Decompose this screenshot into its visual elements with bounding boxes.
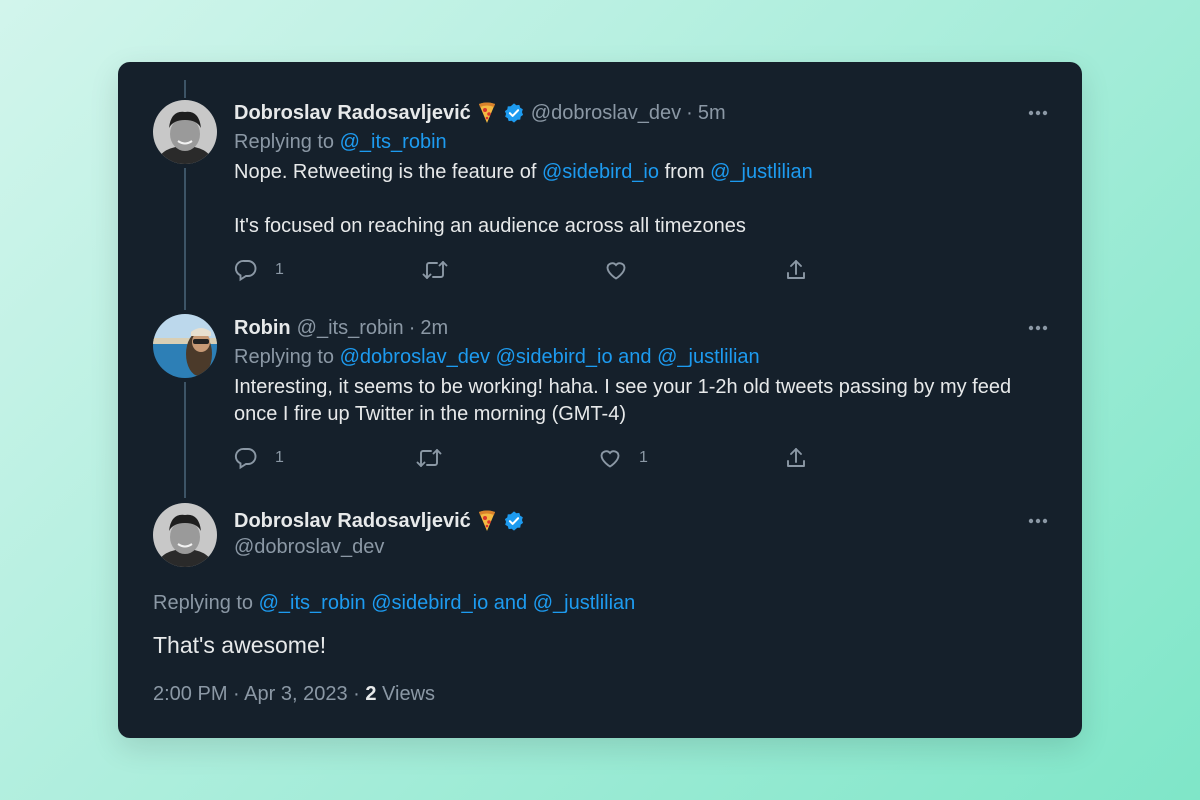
like-button[interactable]: 1 — [598, 446, 648, 470]
author-handle[interactable]: @dobroslav_dev — [234, 536, 384, 559]
reply-button[interactable]: 1 — [234, 446, 284, 470]
timestamp[interactable]: 2:00 PM · Apr 3, 2023 · — [153, 683, 360, 705]
share-icon — [787, 448, 805, 467]
tweet-text-line-1: Interesting, it seems to be working! hah… — [234, 376, 1012, 398]
tweet-text-line-2: once I fire up Twitter in the morning (G… — [234, 403, 627, 425]
main-tweet-header: Dobroslav Radosavljević — [234, 508, 525, 534]
like-icon — [600, 450, 620, 468]
replying-to: Replying to @_its_robin @sidebird_io and… — [153, 592, 635, 615]
pizza-emoji-icon — [477, 510, 497, 532]
tweet-2[interactable]: Robin @_its_robin · 2m Replying to @dobr… — [118, 62, 1082, 492]
retweet-icon — [416, 449, 442, 467]
views-count: 2 — [365, 683, 377, 705]
author-handle[interactable]: @_its_robin — [297, 317, 404, 340]
replying-to: Replying to @dobroslav_dev @sidebird_io … — [234, 346, 760, 369]
replying-to-prefix: Replying to — [234, 346, 335, 368]
share-button[interactable] — [784, 446, 808, 470]
views-label: Views — [382, 683, 436, 705]
like-count: 1 — [639, 449, 648, 466]
author-name[interactable]: Robin — [234, 317, 291, 340]
avatar-robin[interactable] — [153, 314, 217, 378]
mention-link[interactable]: @dobroslav_dev @sidebird_io and @_justli… — [340, 346, 760, 368]
tweet-thread-card: Dobroslav Radosavljević @dobroslav_dev ·… — [118, 62, 1082, 738]
tweet-2-actions: 1 1 — [234, 446, 834, 472]
tweet-2-header: Robin @_its_robin · 2m — [234, 315, 448, 341]
avatar-image — [153, 314, 217, 378]
author-name[interactable]: Dobroslav Radosavljević — [234, 510, 471, 533]
reply-count: 1 — [275, 449, 284, 466]
main-tweet-meta: 2:00 PM · Apr 3, 2023 · 2 Views — [153, 683, 435, 706]
verified-badge-icon — [503, 510, 525, 532]
separator-dot: · — [408, 316, 416, 339]
avatar-image — [153, 503, 217, 567]
avatar-dobroslav-main[interactable] — [153, 503, 217, 567]
more-icon[interactable] — [1026, 509, 1050, 533]
replying-to-prefix: Replying to — [153, 592, 254, 614]
reply-icon — [234, 448, 257, 470]
more-icon[interactable] — [1026, 316, 1050, 340]
tweet-time[interactable]: 2m — [420, 317, 448, 340]
main-tweet-text: That's awesome! — [153, 632, 327, 658]
mention-link[interactable]: @_its_robin @sidebird_io and @_justlilia… — [259, 592, 636, 614]
retweet-button[interactable] — [416, 446, 442, 470]
tweet-2-text: Interesting, it seems to be working! hah… — [234, 374, 1054, 428]
